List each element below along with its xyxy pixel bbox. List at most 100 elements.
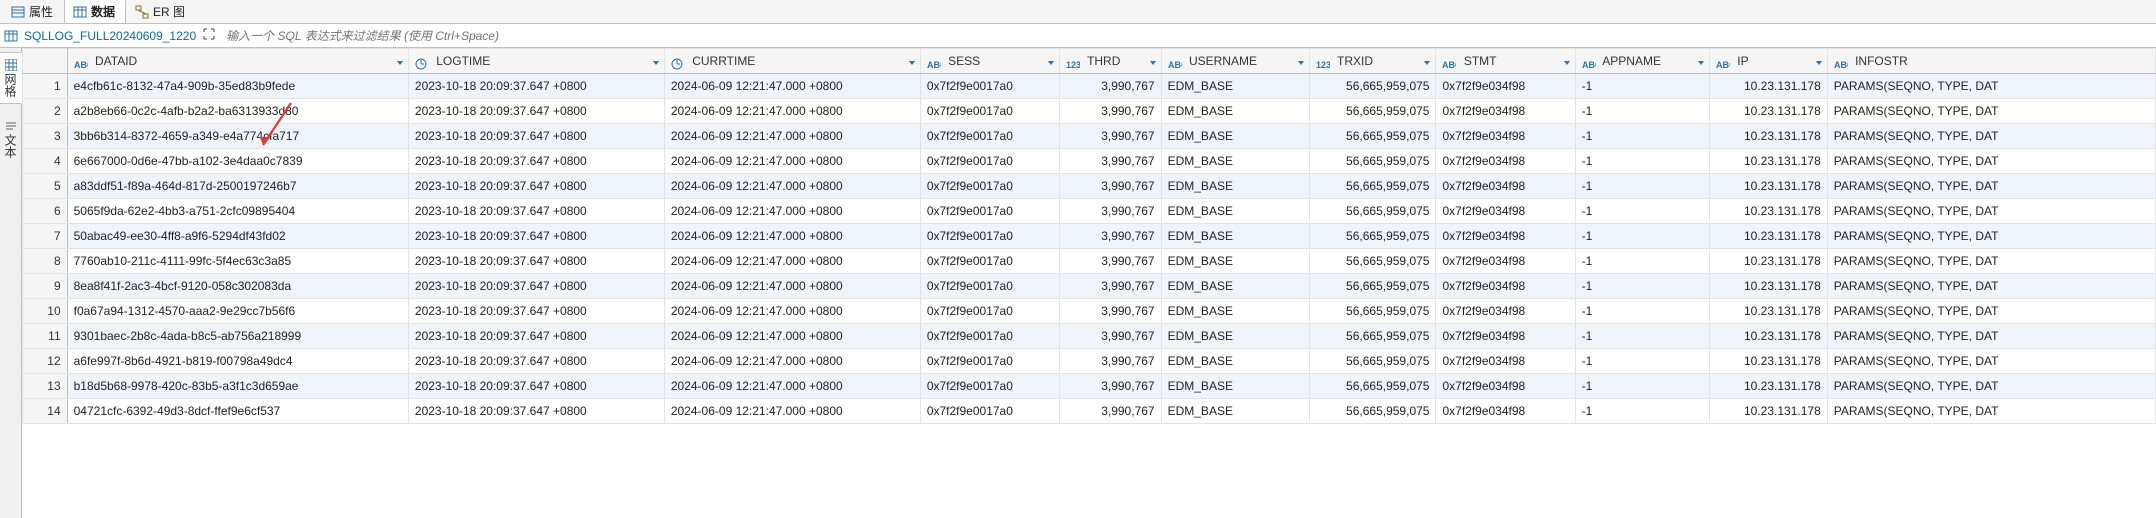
column-menu-icon[interactable]	[651, 54, 661, 64]
column-menu-icon[interactable]	[395, 54, 405, 64]
cell-thrd[interactable]: 3,990,767	[1059, 74, 1161, 99]
cell-thrd[interactable]: 3,990,767	[1059, 349, 1161, 374]
row-number[interactable]: 14	[23, 399, 68, 424]
cell-stmt[interactable]: 0x7f2f9e034f98	[1436, 149, 1575, 174]
cell-logtime[interactable]: 2023-10-18 20:09:37.647 +0800	[408, 249, 664, 274]
cell-dataid[interactable]: 9301baec-2b8c-4ada-b8c5-ab756a218999	[67, 324, 408, 349]
cell-currtime[interactable]: 2024-06-09 12:21:47.000 +0800	[664, 124, 920, 149]
cell-username[interactable]: EDM_BASE	[1161, 149, 1309, 174]
cell-logtime[interactable]: 2023-10-18 20:09:37.647 +0800	[408, 324, 664, 349]
cell-thrd[interactable]: 3,990,767	[1059, 224, 1161, 249]
cell-logtime[interactable]: 2023-10-18 20:09:37.647 +0800	[408, 199, 664, 224]
cell-infostr[interactable]: PARAMS(SEQNO, TYPE, DAT	[1827, 149, 2155, 174]
cell-logtime[interactable]: 2023-10-18 20:09:37.647 +0800	[408, 74, 664, 99]
cell-stmt[interactable]: 0x7f2f9e034f98	[1436, 374, 1575, 399]
column-header-thrd[interactable]: 123 THRD	[1059, 49, 1161, 74]
cell-thrd[interactable]: 3,990,767	[1059, 249, 1161, 274]
cell-thrd[interactable]: 3,990,767	[1059, 274, 1161, 299]
cell-dataid[interactable]: 5065f9da-62e2-4bb3-a751-2cfc09895404	[67, 199, 408, 224]
cell-thrd[interactable]: 3,990,767	[1059, 174, 1161, 199]
row-number[interactable]: 9	[23, 274, 68, 299]
cell-dataid[interactable]: e4cfb61c-8132-47a4-909b-35ed83b9fede	[67, 74, 408, 99]
cell-stmt[interactable]: 0x7f2f9e034f98	[1436, 274, 1575, 299]
cell-trxid[interactable]: 56,665,959,075	[1309, 374, 1436, 399]
cell-trxid[interactable]: 56,665,959,075	[1309, 99, 1436, 124]
cell-sess[interactable]: 0x7f2f9e0017a0	[920, 199, 1059, 224]
cell-username[interactable]: EDM_BASE	[1161, 324, 1309, 349]
cell-infostr[interactable]: PARAMS(SEQNO, TYPE, DAT	[1827, 224, 2155, 249]
cell-appname[interactable]: -1	[1575, 199, 1709, 224]
cell-trxid[interactable]: 56,665,959,075	[1309, 349, 1436, 374]
cell-username[interactable]: EDM_BASE	[1161, 299, 1309, 324]
cell-stmt[interactable]: 0x7f2f9e034f98	[1436, 299, 1575, 324]
cell-ip[interactable]: 10.23.131.178	[1709, 299, 1827, 324]
table-row[interactable]: 12a6fe997f-8b6d-4921-b819-f00798a49dc420…	[23, 349, 2156, 374]
cell-username[interactable]: EDM_BASE	[1161, 274, 1309, 299]
cell-thrd[interactable]: 3,990,767	[1059, 149, 1161, 174]
cell-ip[interactable]: 10.23.131.178	[1709, 399, 1827, 424]
cell-username[interactable]: EDM_BASE	[1161, 74, 1309, 99]
cell-infostr[interactable]: PARAMS(SEQNO, TYPE, DAT	[1827, 399, 2155, 424]
cell-username[interactable]: EDM_BASE	[1161, 249, 1309, 274]
column-header-logtime[interactable]: LOGTIME	[408, 49, 664, 74]
cell-sess[interactable]: 0x7f2f9e0017a0	[920, 349, 1059, 374]
cell-infostr[interactable]: PARAMS(SEQNO, TYPE, DAT	[1827, 274, 2155, 299]
row-number[interactable]: 2	[23, 99, 68, 124]
cell-logtime[interactable]: 2023-10-18 20:09:37.647 +0800	[408, 349, 664, 374]
tab-er-diagram[interactable]: ER 图	[126, 0, 196, 23]
cell-username[interactable]: EDM_BASE	[1161, 399, 1309, 424]
table-row[interactable]: 5a83ddf51-f89a-464d-817d-2500197246b7202…	[23, 174, 2156, 199]
cell-ip[interactable]: 10.23.131.178	[1709, 99, 1827, 124]
cell-logtime[interactable]: 2023-10-18 20:09:37.647 +0800	[408, 224, 664, 249]
cell-appname[interactable]: -1	[1575, 99, 1709, 124]
cell-currtime[interactable]: 2024-06-09 12:21:47.000 +0800	[664, 199, 920, 224]
cell-dataid[interactable]: 6e667000-0d6e-47bb-a102-3e4daa0c7839	[67, 149, 408, 174]
cell-ip[interactable]: 10.23.131.178	[1709, 249, 1827, 274]
select-all-corner[interactable]	[23, 49, 68, 74]
cell-thrd[interactable]: 3,990,767	[1059, 124, 1161, 149]
cell-dataid[interactable]: 50abac49-ee30-4ff8-a9f6-5294df43fd02	[67, 224, 408, 249]
cell-logtime[interactable]: 2023-10-18 20:09:37.647 +0800	[408, 274, 664, 299]
cell-ip[interactable]: 10.23.131.178	[1709, 124, 1827, 149]
cell-ip[interactable]: 10.23.131.178	[1709, 274, 1827, 299]
row-number[interactable]: 7	[23, 224, 68, 249]
cell-appname[interactable]: -1	[1575, 374, 1709, 399]
row-number[interactable]: 6	[23, 199, 68, 224]
cell-ip[interactable]: 10.23.131.178	[1709, 74, 1827, 99]
cell-trxid[interactable]: 56,665,959,075	[1309, 224, 1436, 249]
column-menu-icon[interactable]	[1046, 54, 1056, 64]
cell-dataid[interactable]: a2b8eb66-0c2c-4afb-b2a2-ba6313933d80	[67, 99, 408, 124]
cell-username[interactable]: EDM_BASE	[1161, 124, 1309, 149]
cell-dataid[interactable]: 3bb6b314-8372-4659-a349-e4a774cfa717	[67, 124, 408, 149]
table-row[interactable]: 98ea8f41f-2ac3-4bcf-9120-058c302083da202…	[23, 274, 2156, 299]
cell-username[interactable]: EDM_BASE	[1161, 374, 1309, 399]
cell-appname[interactable]: -1	[1575, 124, 1709, 149]
table-row[interactable]: 10f0a67a94-1312-4570-aaa2-9e29cc7b56f620…	[23, 299, 2156, 324]
cell-trxid[interactable]: 56,665,959,075	[1309, 124, 1436, 149]
row-number[interactable]: 12	[23, 349, 68, 374]
row-number[interactable]: 4	[23, 149, 68, 174]
cell-appname[interactable]: -1	[1575, 324, 1709, 349]
column-menu-icon[interactable]	[1562, 54, 1572, 64]
column-menu-icon[interactable]	[1696, 54, 1706, 64]
cell-trxid[interactable]: 56,665,959,075	[1309, 274, 1436, 299]
row-number[interactable]: 11	[23, 324, 68, 349]
cell-thrd[interactable]: 3,990,767	[1059, 399, 1161, 424]
cell-stmt[interactable]: 0x7f2f9e034f98	[1436, 124, 1575, 149]
cell-stmt[interactable]: 0x7f2f9e034f98	[1436, 224, 1575, 249]
cell-infostr[interactable]: PARAMS(SEQNO, TYPE, DAT	[1827, 124, 2155, 149]
cell-currtime[interactable]: 2024-06-09 12:21:47.000 +0800	[664, 274, 920, 299]
column-menu-icon[interactable]	[1814, 54, 1824, 64]
cell-trxid[interactable]: 56,665,959,075	[1309, 74, 1436, 99]
cell-sess[interactable]: 0x7f2f9e0017a0	[920, 124, 1059, 149]
cell-sess[interactable]: 0x7f2f9e0017a0	[920, 174, 1059, 199]
cell-sess[interactable]: 0x7f2f9e0017a0	[920, 249, 1059, 274]
cell-infostr[interactable]: PARAMS(SEQNO, TYPE, DAT	[1827, 74, 2155, 99]
cell-currtime[interactable]: 2024-06-09 12:21:47.000 +0800	[664, 99, 920, 124]
view-text-tab[interactable]: 文本	[0, 114, 21, 164]
cell-appname[interactable]: -1	[1575, 349, 1709, 374]
cell-thrd[interactable]: 3,990,767	[1059, 374, 1161, 399]
table-row[interactable]: 13b18d5b68-9978-420c-83b5-a3f1c3d659ae20…	[23, 374, 2156, 399]
column-header-username[interactable]: ABC USERNAME	[1161, 49, 1309, 74]
cell-logtime[interactable]: 2023-10-18 20:09:37.647 +0800	[408, 99, 664, 124]
